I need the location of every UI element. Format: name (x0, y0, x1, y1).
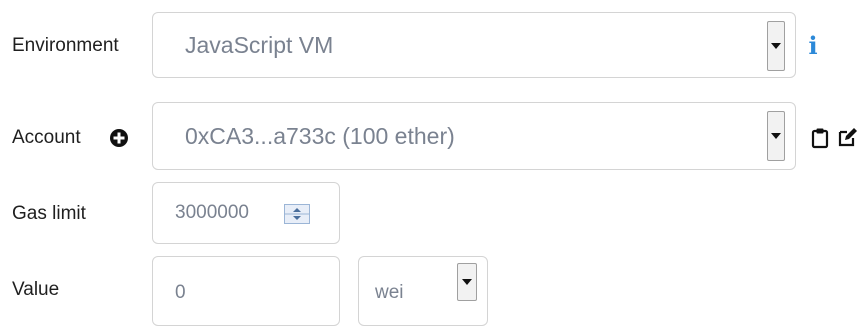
value-amount: 0 (175, 282, 186, 303)
account-label: Account (12, 124, 81, 152)
environment-value: JavaScript VM (185, 31, 334, 58)
chevron-down-icon (462, 279, 472, 285)
gas-limit-spinner[interactable] (284, 204, 310, 224)
gas-limit-field[interactable]: 3000000 (152, 182, 340, 244)
environment-select[interactable]: JavaScript VM (152, 12, 796, 78)
environment-dropdown-arrow[interactable] (767, 21, 785, 71)
account-select[interactable]: 0xCA3...a733c (100 ether) (152, 102, 796, 170)
value-label: Value (12, 279, 60, 300)
account-value: 0xCA3...a733c (100 ether) (185, 122, 455, 149)
value-unit-dropdown-arrow[interactable] (457, 263, 477, 301)
account-dropdown-arrow[interactable] (767, 111, 785, 161)
value-unit-select[interactable]: wei (358, 256, 488, 326)
value-amount-field[interactable]: 0 (152, 256, 340, 326)
gas-limit-label: Gas limit (12, 203, 86, 224)
environment-label: Environment (12, 35, 119, 56)
value-unit: wei (375, 282, 404, 303)
gas-limit-value: 3000000 (175, 202, 249, 223)
plus-circle-icon[interactable] (109, 128, 129, 148)
info-icon[interactable]: i (806, 32, 820, 60)
account-label-text: Account (12, 127, 81, 148)
clipboard-icon[interactable] (810, 126, 830, 150)
edit-icon[interactable] (836, 125, 860, 149)
chevron-down-icon (771, 133, 781, 139)
chevron-down-icon (771, 43, 781, 49)
